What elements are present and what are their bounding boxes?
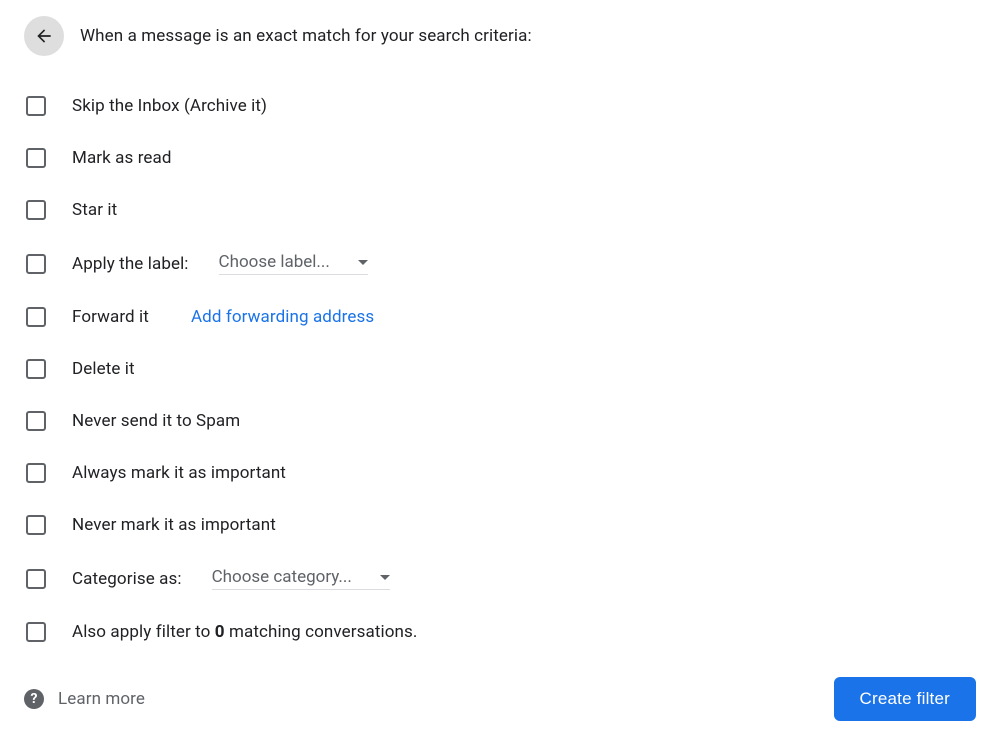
page-title: When a message is an exact match for you… <box>80 26 532 46</box>
checkbox-never-spam[interactable] <box>26 411 46 431</box>
label-never-important: Never mark it as important <box>72 515 276 535</box>
category-dropdown[interactable]: Choose category... <box>212 567 390 590</box>
option-skip-inbox: Skip the Inbox (Archive it) <box>26 96 976 116</box>
checkbox-apply-label[interactable] <box>26 254 46 274</box>
option-apply-label: Apply the label: Choose label... <box>26 252 976 275</box>
label-never-spam: Never send it to Spam <box>72 411 240 431</box>
label-skip-inbox: Skip the Inbox (Archive it) <box>72 96 267 116</box>
label-dropdown[interactable]: Choose label... <box>219 252 368 275</box>
label-apply-label: Apply the label: <box>72 254 189 274</box>
label-delete-it: Delete it <box>72 359 135 379</box>
checkbox-also-apply[interactable] <box>26 622 46 642</box>
option-categorise-as: Categorise as: Choose category... <box>26 567 976 590</box>
option-star-it: Star it <box>26 200 976 220</box>
label-always-important: Always mark it as important <box>72 463 286 483</box>
checkbox-always-important[interactable] <box>26 463 46 483</box>
chevron-down-icon <box>380 575 390 580</box>
create-filter-button[interactable]: Create filter <box>834 677 976 721</box>
checkbox-forward-it[interactable] <box>26 307 46 327</box>
footer-left: ? Learn more <box>24 689 145 709</box>
label-star-it: Star it <box>72 200 117 220</box>
checkbox-delete-it[interactable] <box>26 359 46 379</box>
footer: ? Learn more Create filter <box>24 677 976 721</box>
arrow-left-icon <box>34 26 54 46</box>
checkbox-categorise-as[interactable] <box>26 569 46 589</box>
label-also-apply: Also apply filter to 0 matching conversa… <box>72 622 417 642</box>
option-never-important: Never mark it as important <box>26 515 976 535</box>
also-apply-after: matching conversations. <box>225 622 418 642</box>
checkbox-never-important[interactable] <box>26 515 46 535</box>
filter-options: Skip the Inbox (Archive it) Mark as read… <box>24 96 976 642</box>
checkbox-skip-inbox[interactable] <box>26 96 46 116</box>
option-forward-it: Forward it Add forwarding address <box>26 307 976 327</box>
label-categorise-as: Categorise as: <box>72 569 182 589</box>
category-dropdown-value: Choose category... <box>212 567 352 587</box>
help-icon[interactable]: ? <box>24 689 44 709</box>
add-forwarding-link[interactable]: Add forwarding address <box>191 307 374 327</box>
option-also-apply: Also apply filter to 0 matching conversa… <box>26 622 976 642</box>
checkbox-star-it[interactable] <box>26 200 46 220</box>
option-delete-it: Delete it <box>26 359 976 379</box>
label-dropdown-value: Choose label... <box>219 252 330 272</box>
label-forward-it: Forward it <box>72 307 149 327</box>
option-mark-read: Mark as read <box>26 148 976 168</box>
option-never-spam: Never send it to Spam <box>26 411 976 431</box>
header-row: When a message is an exact match for you… <box>24 16 976 56</box>
option-always-important: Always mark it as important <box>26 463 976 483</box>
also-apply-before: Also apply filter to <box>72 622 215 642</box>
chevron-down-icon <box>358 260 368 265</box>
checkbox-mark-read[interactable] <box>26 148 46 168</box>
learn-more-link[interactable]: Learn more <box>58 689 145 709</box>
also-apply-count: 0 <box>215 622 225 642</box>
back-button[interactable] <box>24 16 64 56</box>
label-mark-read: Mark as read <box>72 148 172 168</box>
